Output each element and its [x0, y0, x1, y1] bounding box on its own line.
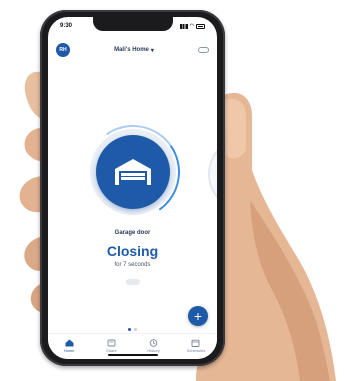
tab-label: Share	[106, 348, 117, 353]
garage-door-icon	[115, 159, 151, 185]
device-substatus: for 7 seconds	[114, 262, 151, 268]
carousel-dot[interactable]	[134, 328, 137, 331]
tab-schedules[interactable]: Schedules	[179, 338, 213, 353]
tab-label: Home	[63, 348, 75, 353]
status-time: 9:30	[60, 23, 73, 29]
home-name: Mali's Home	[114, 47, 149, 53]
signal-icon	[179, 23, 188, 29]
calendar-icon	[191, 338, 201, 347]
garage-door-button[interactable]	[96, 135, 170, 209]
share-icon	[106, 338, 116, 347]
header-toggle-icon[interactable]	[197, 47, 209, 53]
bottom-tab-bar: Home Share History Schedules	[48, 333, 217, 359]
app-screen: 9:30 ◠ RH Mali's Home ▾ Garage door Clos…	[48, 17, 217, 359]
wifi-icon: ◠	[189, 23, 194, 29]
home-icon	[64, 338, 74, 347]
tab-label: History	[147, 348, 160, 353]
history-icon	[149, 338, 159, 347]
device-status: Closing	[106, 243, 159, 259]
carousel-dots	[48, 328, 217, 331]
chevron-down-icon: ▾	[150, 47, 154, 54]
status-bar: 9:30 ◠	[60, 21, 205, 31]
app-header: RH Mali's Home ▾	[56, 41, 209, 59]
tab-label: Schedules	[186, 348, 206, 353]
avatar[interactable]: RH	[56, 43, 70, 57]
next-device-circle[interactable]	[208, 137, 217, 211]
home-indicator	[107, 354, 158, 356]
battery-icon	[196, 23, 205, 29]
carousel-dot[interactable]	[128, 328, 131, 331]
add-device-button[interactable]: +	[188, 306, 208, 326]
details-pill[interactable]	[126, 279, 140, 285]
tab-home[interactable]: Home	[52, 338, 86, 353]
device-name: Garage door	[114, 230, 151, 236]
tab-history[interactable]: History	[137, 338, 171, 353]
status-icons: ◠	[179, 23, 205, 29]
home-selector[interactable]: Mali's Home ▾	[114, 47, 154, 54]
tab-share[interactable]: Share	[94, 338, 128, 353]
phone-frame: 9:30 ◠ RH Mali's Home ▾ Garage door Clos…	[40, 10, 225, 366]
